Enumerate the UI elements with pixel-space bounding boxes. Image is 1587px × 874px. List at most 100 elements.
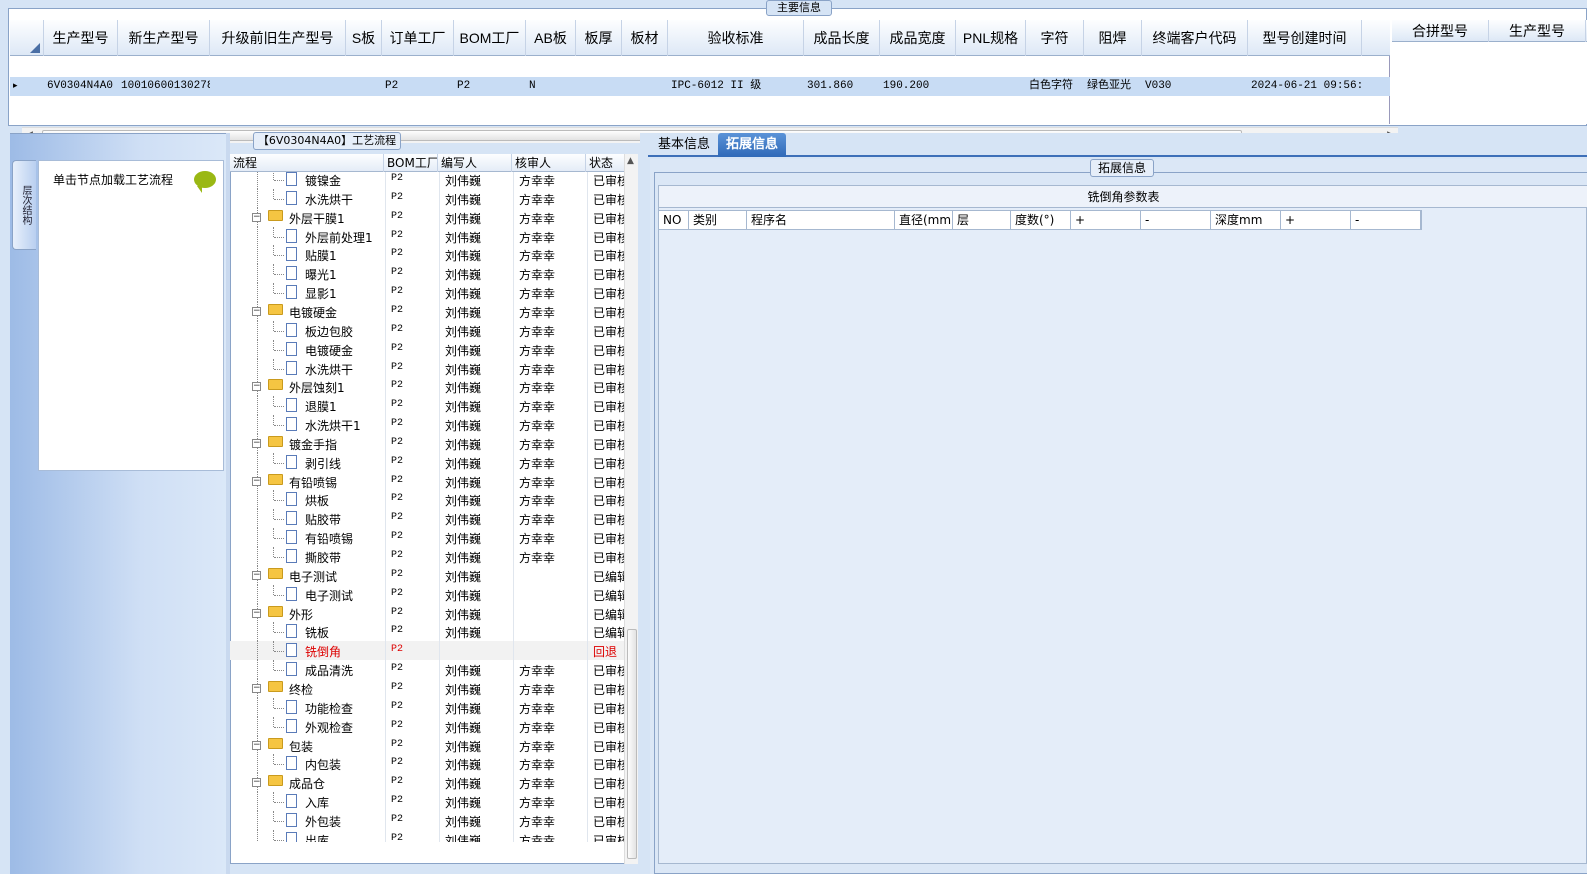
column-header[interactable]: 深度mm [1211,211,1281,229]
writer-cell: 刘伟巍 [445,230,482,245]
tree-row[interactable]: − 终检 P2 刘伟巍 方幸幸 已审核 [230,678,626,698]
collapse-toggle-icon[interactable]: − [252,570,261,580]
merge-model-grid[interactable]: 合拼型号 生产型号 [1392,20,1587,124]
column-header[interactable]: 编写人 [438,154,512,172]
collapse-toggle-icon[interactable]: − [252,382,261,392]
column-header[interactable]: 终端客户代码 [1142,20,1248,56]
tree-row[interactable]: 铣倒角 P2 回退 [230,641,626,661]
collapse-toggle-icon[interactable]: − [252,438,261,448]
tree-row[interactable]: 电子测试 P2 刘伟巍 已编辑 [230,584,626,604]
column-header[interactable]: 直径(mm) [895,211,953,229]
main-info-grid[interactable]: 生产型号 新生产型号 升级前旧生产型号 S板 订单工厂 BOM工厂 AB板 板厚 板材 验收标准成… [10,20,1398,143]
tree-connector [273,716,274,727]
column-header[interactable]: 型号创建时间 [1248,20,1362,56]
status-cell: 已审核 [593,758,625,773]
column-header[interactable]: 板材 [622,20,668,56]
column-header[interactable]: 程序名 [747,211,895,229]
tree-connector [257,264,258,284]
column-header[interactable]: + [1281,211,1351,229]
tree-row[interactable]: 外观检查 P2 刘伟巍 方幸幸 已审核 [230,716,626,736]
tree-row[interactable]: − 外层蚀刻1 P2 刘伟巍 方幸幸 已审核 [230,377,626,397]
tree-row[interactable]: − 电镀硬金 P2 刘伟巍 方幸幸 已审核 [230,301,626,321]
column-header[interactable]: 合拼型号 [1392,20,1489,42]
tree-row[interactable]: 贴膜1 P2 刘伟巍 方幸幸 已审核 [230,245,626,265]
column-header[interactable]: 成品长度 [804,20,880,56]
tree-row[interactable]: 电镀硬金 P2 刘伟巍 方幸幸 已审核 [230,339,626,359]
tree-row[interactable]: 水洗烘干1 P2 刘伟巍 方幸幸 已审核 [230,415,626,435]
tree-row[interactable]: 撕胶带 P2 刘伟巍 方幸幸 已审核 [230,547,626,566]
collapse-toggle-icon[interactable]: − [252,683,261,693]
column-header[interactable]: 验收标准 [668,20,804,56]
scroll-up-icon[interactable]: ▲ [627,156,634,166]
tree-row[interactable]: 入库 P2 刘伟巍 方幸幸 已审核 [230,792,626,812]
tree-row[interactable]: 板边包胶 P2 刘伟巍 方幸幸 已审核 [230,320,626,340]
tree-row[interactable]: 曝光1 P2 刘伟巍 方幸幸 已审核 [230,264,626,284]
column-header[interactable]: BOM工厂 [384,154,438,172]
column-header[interactable]: - [1351,211,1421,229]
column-header[interactable]: 状态 [586,154,626,172]
collapse-toggle-icon[interactable]: − [252,608,261,618]
node-tree-box[interactable]: 单击节点加载工艺流程 [38,160,224,471]
tree-node-label: 外包装 [305,814,342,829]
grid-corner-selector[interactable] [10,20,44,56]
hierarchy-tab[interactable]: 层次结构 [12,160,36,250]
tree-row[interactable]: − 外层干膜1 P2 刘伟巍 方幸幸 已审核 [230,207,626,227]
collapse-toggle-icon[interactable]: − [252,476,261,486]
tree-row[interactable]: 有铅喷锡 P2 刘伟巍 方幸幸 已审核 [230,528,626,548]
column-header[interactable]: 字符 [1026,20,1084,56]
column-header[interactable]: S板 [346,20,382,56]
vscroll-thumb[interactable] [627,629,637,859]
column-header[interactable]: + [1071,211,1141,229]
column-header[interactable]: 度数(°) [1011,211,1071,229]
chamfer-param-table[interactable]: 铣倒角参数表 NO 类别 程序名 直径(mm) 层度数(°) + - 深度mm + - [658,185,1587,864]
collapse-toggle-icon[interactable]: − [252,778,261,788]
column-header[interactable]: BOM工厂 [454,20,526,56]
tree-row[interactable]: 内包装 P2 刘伟巍 方幸幸 已审核 [230,754,626,774]
tree-row[interactable]: − 有铅喷锡 P2 刘伟巍 方幸幸 已审核 [230,471,626,491]
tree-row[interactable]: 烘板 P2 刘伟巍 方幸幸 已审核 [230,490,626,510]
column-header[interactable]: 订单工厂 [382,20,454,56]
process-vscrollbar[interactable]: ▲ [624,154,638,864]
collapse-toggle-icon[interactable]: − [252,212,261,222]
column-header[interactable]: - [1141,211,1211,229]
tree-row[interactable]: − 包装 P2 刘伟巍 方幸幸 已审核 [230,735,626,755]
tree-row[interactable]: − 镀金手指 P2 刘伟巍 方幸幸 已审核 [230,433,626,453]
tree-row[interactable]: 功能检查 P2 刘伟巍 方幸幸 已审核 [230,697,626,717]
tab-extended-info[interactable]: 拓展信息 [718,133,787,157]
collapse-toggle-icon[interactable]: − [252,306,261,316]
tree-row[interactable]: 镀镍金 P2 刘伟巍 方幸幸 已审核 [230,172,626,189]
tree-row[interactable]: − 成品仓 P2 刘伟巍 方幸幸 已审核 [230,773,626,793]
tree-row[interactable]: 水洗烘干 P2 刘伟巍 方幸幸 已审核 [230,188,626,208]
tab-basic-info[interactable]: 基本信息 [650,133,718,157]
tree-row[interactable]: 退膜1 P2 刘伟巍 方幸幸 已审核 [230,396,626,416]
tree-row[interactable]: − 外形 P2 刘伟巍 已编辑 [230,603,626,623]
column-header[interactable]: NO [659,211,689,229]
column-header[interactable]: AB板 [526,20,576,56]
tree-row[interactable]: 出库 P2 刘伟巍 方幸幸 已审核 [230,829,626,842]
column-header[interactable]: 核审人 [512,154,586,172]
column-header[interactable]: 生产型号 [44,20,118,56]
process-tree[interactable]: 镀镍金 P2 刘伟巍 方幸幸 已审核 水洗烘干 P2 刘伟巍 方幸幸 已审核 − 外层干膜1 P2 刘伟巍… [230,172,626,842]
column-header[interactable]: 板厚 [576,20,622,56]
middle-splitter[interactable] [640,133,648,874]
column-header[interactable]: 类别 [689,211,747,229]
column-header[interactable]: PNL规格 [956,20,1026,56]
tree-row[interactable]: 贴胶带 P2 刘伟巍 方幸幸 已审核 [230,509,626,529]
tree-row[interactable]: − 电子测试 P2 刘伟巍 已编辑 [230,565,626,585]
column-header[interactable]: 阻焊 [1084,20,1142,56]
column-header[interactable]: 新生产型号 [118,20,210,56]
tree-row[interactable]: 剥引线 P2 刘伟巍 方幸幸 已审核 [230,452,626,472]
column-header[interactable]: 生产型号 [1489,20,1586,42]
column-header[interactable]: 流程 [230,154,384,172]
collapse-toggle-icon[interactable]: − [252,740,261,750]
tree-row[interactable]: 成品清洗 P2 刘伟巍 方幸幸 已审核 [230,660,626,680]
tree-row[interactable]: 水洗烘干 P2 刘伟巍 方幸幸 已审核 [230,358,626,378]
column-header[interactable]: 成品宽度 [880,20,956,56]
column-header[interactable]: 层 [953,211,1011,229]
tree-row[interactable]: 外包装 P2 刘伟巍 方幸幸 已审核 [230,810,626,830]
tree-row[interactable]: 铣板 P2 刘伟巍 已编辑 [230,622,626,642]
main-info-data-row[interactable]: ▸ 6V0304N4A0 10010600130278 P2 P2 N IPC-6012 … [10,77,1390,96]
tree-row[interactable]: 外层前处理1 P2 刘伟巍 方幸幸 已审核 [230,226,626,246]
tree-row[interactable]: 显影1 P2 刘伟巍 方幸幸 已审核 [230,283,626,303]
column-header[interactable]: 升级前旧生产型号 [210,20,346,56]
